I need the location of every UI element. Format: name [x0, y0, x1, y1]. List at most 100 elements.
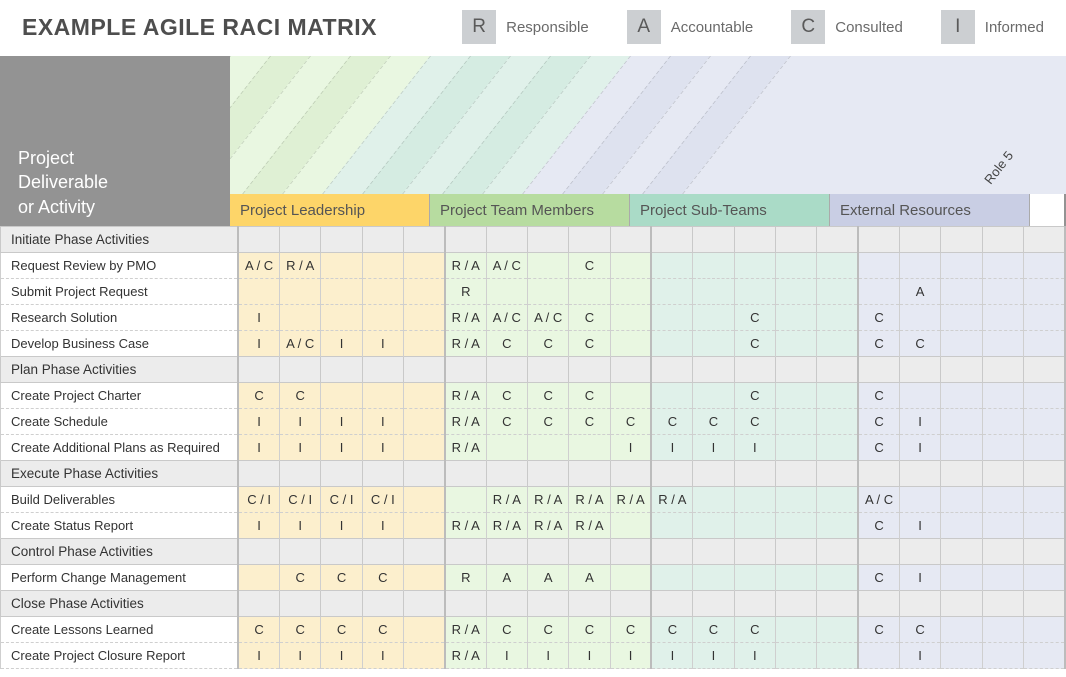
- raci-cell: [734, 591, 775, 617]
- raci-cell: [982, 435, 1023, 461]
- raci-cell: C: [362, 617, 403, 643]
- raci-cell: R / A: [569, 487, 610, 513]
- raci-cell: I: [321, 409, 362, 435]
- raci-cell: [486, 591, 527, 617]
- raci-cell: [321, 253, 362, 279]
- raci-cell: [610, 227, 651, 253]
- raci-cell: [362, 305, 403, 331]
- raci-cell: C: [569, 253, 610, 279]
- raci-cell: C: [238, 617, 279, 643]
- task-row: Create Status ReportIIIIR / AR / AR / AR…: [1, 513, 1066, 539]
- raci-cell: [528, 539, 569, 565]
- raci-cell: [238, 591, 279, 617]
- raci-cell: [362, 253, 403, 279]
- legend-box: C: [791, 10, 825, 44]
- raci-cell: C: [486, 409, 527, 435]
- row-axis-line: Deliverable: [18, 170, 210, 194]
- raci-cell: I: [651, 643, 692, 669]
- raci-cell: [982, 253, 1023, 279]
- raci-cell: [1023, 591, 1065, 617]
- raci-cell: [734, 279, 775, 305]
- raci-cell: [404, 409, 445, 435]
- raci-cell: [941, 461, 982, 487]
- raci-cell: [404, 539, 445, 565]
- task-row: Request Review by PMOA / CR / AR / AA / …: [1, 253, 1066, 279]
- activity-cell: Request Review by PMO: [1, 253, 239, 279]
- raci-cell: [817, 305, 858, 331]
- raci-cell: [362, 357, 403, 383]
- raci-cell: [404, 565, 445, 591]
- raci-cell: [569, 227, 610, 253]
- raci-cell: [610, 539, 651, 565]
- raci-cell: [1023, 461, 1065, 487]
- raci-cell: R: [445, 565, 486, 591]
- raci-cell: A: [899, 279, 940, 305]
- raci-cell: C: [693, 409, 734, 435]
- raci-cell: [404, 279, 445, 305]
- raci-cell: [610, 331, 651, 357]
- raci-cell: [775, 591, 816, 617]
- raci-cell: C: [734, 305, 775, 331]
- raci-cell: C / I: [238, 487, 279, 513]
- raci-cell: [734, 357, 775, 383]
- raci-cell: [1023, 539, 1065, 565]
- row-axis-line: or Activity: [18, 195, 210, 219]
- raci-cell: [610, 383, 651, 409]
- raci-cell: I: [280, 513, 321, 539]
- raci-cell: I: [899, 435, 940, 461]
- raci-cell: [362, 539, 403, 565]
- raci-cell: [775, 565, 816, 591]
- raci-cell: A / C: [528, 305, 569, 331]
- raci-cell: C: [899, 331, 940, 357]
- raci-cell: [404, 513, 445, 539]
- raci-cell: [817, 383, 858, 409]
- raci-cell: [817, 487, 858, 513]
- top-bar: EXAMPLE AGILE RACI MATRIX RResponsibleAA…: [0, 0, 1066, 56]
- raci-cell: [693, 331, 734, 357]
- raci-cell: I: [899, 565, 940, 591]
- raci-cell: [610, 357, 651, 383]
- raci-cell: C / I: [280, 487, 321, 513]
- raci-cell: [982, 357, 1023, 383]
- raci-cell: [899, 253, 940, 279]
- raci-cell: [817, 357, 858, 383]
- raci-cell: [941, 279, 982, 305]
- raci-cell: [238, 227, 279, 253]
- role-header: Role 5: [990, 56, 1030, 194]
- raci-cell: C: [610, 409, 651, 435]
- raci-cell: C: [734, 409, 775, 435]
- phase-row: Close Phase Activities: [1, 591, 1066, 617]
- raci-cell: [775, 513, 816, 539]
- raci-cell: [941, 591, 982, 617]
- raci-cell: [775, 617, 816, 643]
- raci-cell: [321, 591, 362, 617]
- raci-cell: C: [858, 617, 899, 643]
- raci-cell: [362, 591, 403, 617]
- raci-cell: [362, 279, 403, 305]
- raci-cell: [528, 591, 569, 617]
- activity-cell: Create Additional Plans as Required: [1, 435, 239, 461]
- activity-cell: Close Phase Activities: [1, 591, 239, 617]
- raci-cell: [486, 539, 527, 565]
- raci-cell: C: [280, 617, 321, 643]
- raci-cell: I: [899, 513, 940, 539]
- raci-cell: [610, 305, 651, 331]
- raci-cell: I: [280, 409, 321, 435]
- raci-cell: C: [858, 513, 899, 539]
- raci-cell: [404, 487, 445, 513]
- raci-cell: [775, 227, 816, 253]
- task-row: Create Project CharterCCR / ACCCCC: [1, 383, 1066, 409]
- legend-label: Accountable: [671, 19, 754, 36]
- page-title: EXAMPLE AGILE RACI MATRIX: [22, 14, 377, 41]
- raci-cell: [817, 565, 858, 591]
- raci-cell: [1023, 331, 1065, 357]
- activity-cell: Plan Phase Activities: [1, 357, 239, 383]
- raci-cell: I: [486, 643, 527, 669]
- raci-cell: [528, 253, 569, 279]
- raci-cell: [610, 591, 651, 617]
- raci-cell: C: [734, 331, 775, 357]
- raci-cell: [404, 591, 445, 617]
- raci-cell: I: [899, 409, 940, 435]
- phase-row: Initiate Phase Activities: [1, 227, 1066, 253]
- raci-cell: [899, 305, 940, 331]
